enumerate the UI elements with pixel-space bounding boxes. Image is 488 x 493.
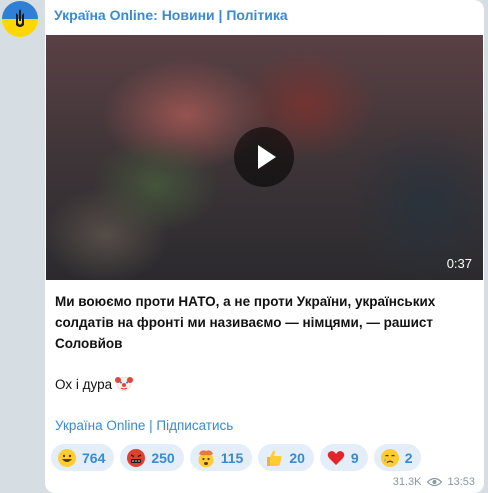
play-icon bbox=[258, 145, 276, 169]
message-time: 13:53 bbox=[447, 476, 475, 488]
message-headline: Ми воюємо проти НАТО, а не проти України… bbox=[55, 294, 436, 351]
crying-face-icon bbox=[380, 448, 399, 467]
reaction-count: 9 bbox=[350, 449, 359, 466]
video-preview[interactable]: 0:37 bbox=[46, 35, 483, 280]
exploding-head-icon bbox=[198, 449, 214, 467]
play-button[interactable] bbox=[234, 127, 294, 187]
reactions-bar: 764 250 115 20 9 2 bbox=[51, 444, 422, 471]
message-meta: 31.3K 13:53 bbox=[393, 476, 475, 488]
message-comment-text: Ох і дура bbox=[55, 377, 113, 392]
channel-title[interactable]: Україна Online: Новини | Політика bbox=[54, 7, 288, 23]
thumbs-up-icon bbox=[267, 450, 282, 466]
message-comment: Ох і дура bbox=[55, 374, 475, 395]
eye-icon bbox=[427, 477, 443, 487]
reaction-count: 115 bbox=[220, 449, 244, 466]
reaction-count: 250 bbox=[151, 449, 175, 466]
reaction-cursing[interactable]: 250 bbox=[120, 444, 184, 471]
reaction-grinning[interactable]: 764 bbox=[51, 444, 115, 471]
trident-icon bbox=[16, 9, 24, 27]
reaction-count: 20 bbox=[289, 449, 305, 466]
message-text: Ми воюємо проти НАТО, а не проти України… bbox=[55, 291, 475, 395]
face-with-symbols-on-mouth-icon bbox=[127, 448, 146, 467]
view-count: 31.3K bbox=[392, 476, 422, 488]
message-bubble: Україна Online: Новини | Політика 0:37 М… bbox=[45, 0, 484, 493]
reaction-count: 764 bbox=[82, 449, 106, 466]
reaction-exploding[interactable]: 115 bbox=[189, 444, 253, 471]
red-heart-icon bbox=[327, 450, 345, 465]
reaction-crying[interactable]: 2 bbox=[373, 444, 422, 471]
grinning-face-icon bbox=[58, 448, 76, 467]
video-duration: 0:37 bbox=[446, 256, 472, 271]
reaction-thumbs-up[interactable]: 20 bbox=[258, 444, 314, 471]
subscribe-link[interactable]: Україна Online | Підписатись bbox=[55, 418, 233, 433]
reaction-heart[interactable]: 9 bbox=[319, 444, 368, 471]
channel-avatar[interactable] bbox=[2, 1, 38, 37]
clown-face-icon bbox=[115, 376, 134, 392]
reaction-count: 2 bbox=[404, 449, 413, 466]
